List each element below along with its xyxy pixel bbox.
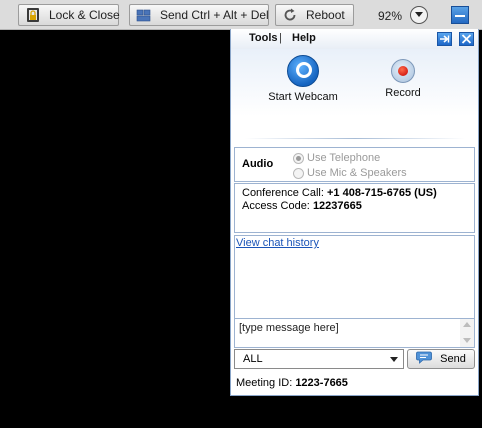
start-webcam-button[interactable]: Start Webcam (267, 55, 339, 103)
view-chat-history-link[interactable]: View chat history (236, 237, 319, 249)
record-label: Record (385, 87, 421, 99)
menu-separator: | (279, 32, 282, 44)
message-input[interactable]: [type message here] (239, 322, 457, 346)
use-telephone-option[interactable]: Use Telephone (293, 152, 380, 164)
conference-call-row: Conference Call: +1 408-715-6765 (US) (242, 187, 474, 200)
message-scrollbar[interactable] (460, 319, 474, 347)
access-code-value: 12237665 (312, 200, 362, 212)
start-webcam-label: Start Webcam (268, 91, 338, 103)
menu-tools[interactable]: Tools (249, 32, 278, 44)
record-icon (391, 59, 415, 83)
chat-bubble-icon (416, 351, 433, 367)
conference-call-number: +1 408-715-6765 (US) (327, 187, 437, 199)
minimize-button[interactable] (451, 6, 469, 24)
audio-title: Audio (242, 158, 274, 170)
recipient-value: ALL (243, 353, 263, 365)
lock-icon (25, 7, 41, 23)
use-mic-speakers-option[interactable]: Use Mic & Speakers (293, 167, 407, 179)
send-label: Send (440, 353, 466, 365)
conference-info: Conference Call: +1 408-715-6765 (US) Ac… (234, 183, 475, 233)
scroll-up-icon[interactable] (463, 322, 471, 327)
meeting-id-label: Meeting ID: (236, 377, 293, 389)
conference-call-label: Conference Call: (242, 187, 324, 199)
reboot-icon (282, 7, 298, 23)
lock-and-close-label: Lock & Close (49, 8, 120, 22)
close-icon (461, 34, 472, 44)
send-ctrl-alt-del-button[interactable]: Send Ctrl + Alt + Del (129, 4, 269, 26)
keyboard-icon (136, 7, 152, 23)
reboot-label: Reboot (306, 8, 345, 22)
meeting-id-value: 1223-7665 (295, 377, 348, 389)
access-code-label: Access Code: (242, 200, 310, 212)
reboot-button[interactable]: Reboot (275, 4, 354, 26)
chat-history-area: View chat history (234, 235, 475, 319)
send-button[interactable]: Send (407, 349, 475, 369)
recipient-select[interactable]: ALL (234, 349, 404, 369)
chevron-down-icon (415, 12, 423, 17)
panel-menubar: Tools | Help (231, 29, 478, 49)
audio-section: Audio Use Telephone Use Mic & Speakers (234, 147, 475, 182)
message-compose-box: [type message here] (234, 318, 475, 348)
menu-help[interactable]: Help (292, 32, 316, 44)
record-button[interactable]: Record (375, 55, 431, 99)
popout-arrow-icon (440, 35, 450, 43)
use-telephone-label: Use Telephone (307, 152, 381, 164)
use-mic-speakers-label: Use Mic & Speakers (307, 167, 407, 179)
send-ctrl-alt-del-label: Send Ctrl + Alt + Del (160, 8, 269, 22)
meeting-id: Meeting ID: 1223-7665 (236, 377, 348, 389)
access-code-row: Access Code: 12237665 (242, 200, 474, 213)
minimize-icon (455, 15, 465, 17)
media-controls: Start Webcam Record (231, 49, 478, 145)
dropdown-arrow-icon (390, 357, 398, 362)
media-divider (245, 138, 465, 139)
zoom-level: 92% (378, 9, 403, 23)
meeting-panel: Tools | Help Start Webcam Record Audio U… (230, 29, 479, 396)
radio-selected[interactable] (293, 152, 304, 164)
scroll-down-icon[interactable] (463, 338, 471, 343)
remote-toolbar: Lock & Close Send Ctrl + Alt + Del Reboo… (0, 0, 482, 30)
webcam-icon (287, 55, 319, 87)
zoom-dropdown-button[interactable] (410, 6, 428, 24)
radio-unselected[interactable] (293, 167, 304, 179)
lock-and-close-button[interactable]: Lock & Close (18, 4, 120, 26)
popout-button[interactable] (437, 32, 452, 46)
close-panel-button[interactable] (459, 32, 474, 46)
